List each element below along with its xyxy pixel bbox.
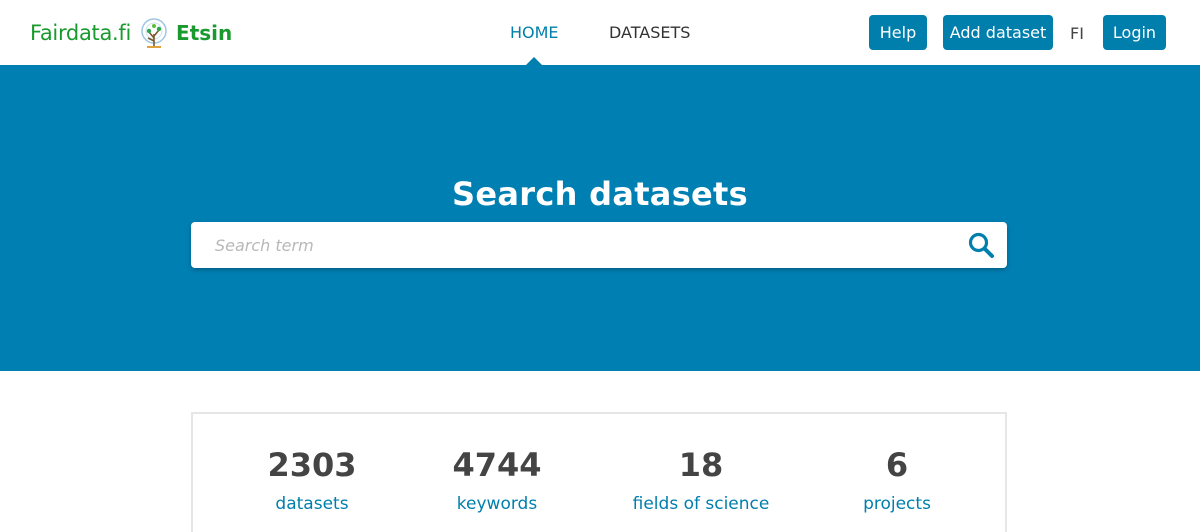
- stat-label-link[interactable]: keywords: [397, 494, 597, 514]
- login-button[interactable]: Login: [1103, 15, 1166, 50]
- add-dataset-button[interactable]: Add dataset: [943, 15, 1053, 50]
- help-button[interactable]: Help: [869, 15, 927, 50]
- language-switch[interactable]: FI: [1070, 24, 1084, 43]
- stat-label-link[interactable]: projects: [797, 494, 997, 514]
- nav-home[interactable]: HOME: [510, 23, 559, 42]
- stat-label-link[interactable]: fields of science: [601, 494, 801, 514]
- nav-datasets[interactable]: DATASETS: [609, 23, 690, 42]
- stat-value: 6: [885, 446, 909, 484]
- search-icon[interactable]: [967, 231, 995, 259]
- stat-value: 18: [678, 446, 724, 484]
- stats-panel: 2303 datasets 4744 keywords 18 fields of…: [191, 412, 1007, 532]
- stat-projects: 6 projects: [797, 446, 997, 514]
- stat-keywords: 4744 keywords: [397, 446, 597, 514]
- stat-label-link[interactable]: datasets: [212, 494, 412, 514]
- search-box: [191, 222, 1007, 268]
- stat-fields-of-science: 18 fields of science: [601, 446, 801, 514]
- hero-section: Search datasets: [0, 65, 1200, 371]
- stat-value: 2303: [267, 446, 357, 484]
- search-input[interactable]: [191, 222, 951, 268]
- header: Fairdata.fi Etsin HOME DATASETS Help Add…: [0, 0, 1200, 66]
- page-title: Search datasets: [452, 175, 748, 213]
- stat-datasets: 2303 datasets: [212, 446, 412, 514]
- stat-value: 4744: [452, 446, 542, 484]
